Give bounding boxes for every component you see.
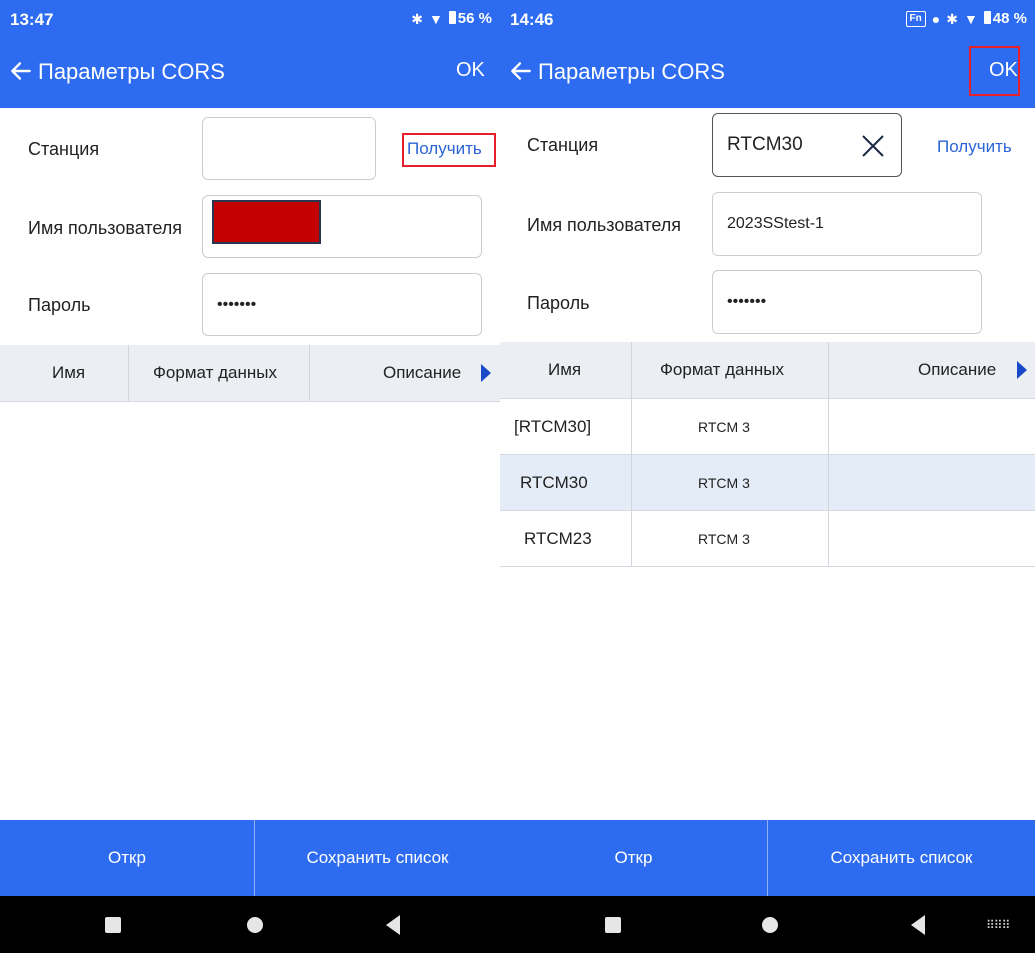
save-list-label: Сохранить список [306,848,449,867]
open-button[interactable]: Откр [500,820,767,896]
ok-button[interactable]: OK [456,59,485,82]
password-label: Пароль [28,295,91,315]
page-title: Параметры CORS [38,59,225,84]
row-name: RTCM30 [520,472,588,492]
table-row-selected[interactable]: RTCM30 RTCM 3 [500,455,1035,511]
scroll-right-icon[interactable] [1017,361,1027,379]
title-bar: Параметры CORS OK [0,38,500,108]
save-list-button[interactable]: Сохранить список [255,820,500,896]
system-nav-bar [0,896,500,953]
wifi-icon: ▼ [963,10,978,27]
table-row[interactable]: [RTCM30] RTCM 3 [500,399,1035,455]
recents-icon[interactable] [605,917,621,933]
title-bar: Параметры CORS OK [500,38,1035,108]
row-format: RTCM 3 [698,418,750,435]
open-button[interactable]: Откр [0,820,254,896]
status-bar: 14:46 Fn ● ✱ ▼ 48 % [500,0,1035,38]
row-name: RTCM23 [524,528,592,548]
table-row[interactable]: RTCM23 RTCM 3 [500,511,1035,567]
open-button-label: Откр [614,848,653,867]
battery-icon [983,11,991,24]
battery-level: 56 % [457,10,492,27]
highlight-box [402,133,496,167]
status-icons: ✱ ▼ 56 % [411,10,492,27]
column-divider [631,342,632,398]
back-arrow-icon[interactable] [508,58,534,84]
nav-back-icon[interactable] [911,915,925,935]
bottom-action-bar: Откр Сохранить список [500,820,1035,896]
column-header-name[interactable]: Имя [52,345,85,401]
column-divider [128,345,129,401]
bluetooth-icon: ✱ [411,10,423,27]
table-header: Имя Формат данных Описание [0,345,500,402]
column-divider [828,399,829,454]
status-time: 13:47 [10,10,54,29]
status-icons: Fn ● ✱ ▼ 48 % [905,10,1027,27]
row-format: RTCM 3 [698,530,750,547]
status-bar: 13:47 ✱ ▼ 56 % [0,0,500,38]
password-value: ••••••• [217,295,257,313]
column-divider [828,455,829,510]
password-field[interactable]: ••••••• [202,273,482,336]
column-divider [631,511,632,566]
username-label: Имя пользователя [527,215,682,235]
save-list-label: Сохранить список [830,848,973,867]
notification-icon: ● [931,10,941,27]
username-field[interactable]: 2023SStest-1 [712,192,982,256]
get-button[interactable]: Получить [937,137,1012,157]
station-field[interactable] [202,117,376,180]
system-nav-bar: ⠿⠿⠿ [500,896,1035,953]
open-button-label: Откр [108,848,146,867]
column-divider [309,345,310,401]
page-title: Параметры CORS [538,59,725,84]
back-arrow-icon[interactable] [8,58,34,84]
home-icon[interactable] [762,917,778,933]
row-format: RTCM 3 [698,474,750,491]
save-list-button[interactable]: Сохранить список [768,820,1035,896]
column-header-description[interactable]: Описание [383,345,461,401]
password-field[interactable]: ••••••• [712,270,982,334]
bottom-action-bar: Откр Сохранить список [0,820,500,896]
redacted-block [212,200,321,244]
station-field[interactable]: RTCM30 [712,113,902,177]
status-time: 14:46 [510,10,554,29]
column-header-format[interactable]: Формат данных [660,342,784,398]
left-screen: 13:47 ✱ ▼ 56 % Параметры CORS OK Станция… [0,0,500,953]
battery-indicator: 56 % [448,10,492,27]
highlight-box [969,46,1020,96]
station-value: RTCM30 [727,134,803,155]
row-name: [RTCM30] [514,416,592,436]
scroll-right-icon[interactable] [481,364,491,382]
column-divider [828,511,829,566]
column-divider [828,342,829,398]
username-label: Имя пользователя [28,218,183,238]
column-header-name[interactable]: Имя [548,342,581,398]
password-label: Пароль [527,293,590,313]
bluetooth-icon: ✱ [946,10,958,27]
column-divider [631,455,632,510]
clear-icon[interactable] [860,133,886,159]
recents-icon[interactable] [105,917,121,933]
station-label: Станция [527,135,599,155]
battery-icon [448,11,456,24]
keyboard-icon[interactable]: ⠿⠿⠿ [986,918,1010,932]
column-divider [631,399,632,454]
battery-level: 48 % [992,10,1027,27]
password-value: ••••••• [727,293,767,310]
username-value: 2023SStest-1 [727,215,824,232]
nav-back-icon[interactable] [386,915,400,935]
table-header: Имя Формат данных Описание [500,342,1035,399]
right-screen: 14:46 Fn ● ✱ ▼ 48 % Параметры CORS OK Ст… [500,0,1035,953]
station-label: Станция [28,139,100,159]
fn-badge: Fn [905,10,926,27]
home-icon[interactable] [247,917,263,933]
column-header-format[interactable]: Формат данных [153,345,277,401]
column-header-description[interactable]: Описание [918,342,996,398]
wifi-icon: ▼ [428,10,443,27]
battery-indicator: 48 % [983,10,1027,27]
